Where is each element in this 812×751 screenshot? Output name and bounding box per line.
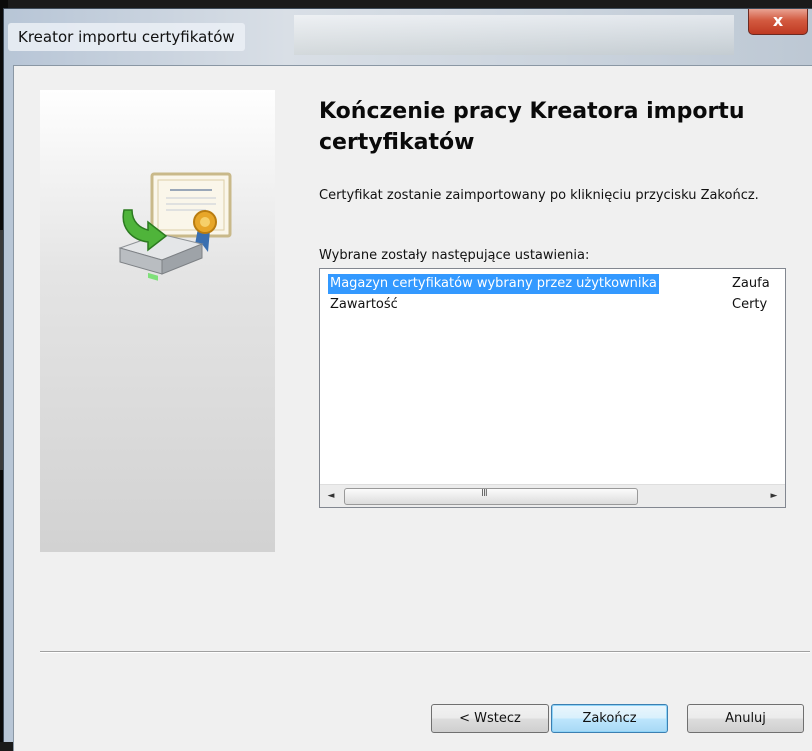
page-title: Kończenie pracy Kreatora importu certyfi… — [319, 99, 745, 155]
title-bar-glass — [294, 15, 734, 55]
scrollbar-thumb[interactable]: III — [344, 488, 638, 505]
wizard-side-panel — [40, 90, 275, 552]
cancel-button[interactable]: Anuluj — [687, 704, 804, 733]
setting-name: Zawartość — [330, 297, 398, 312]
footer-divider — [40, 651, 810, 653]
window-title: Kreator importu certyfikatów — [8, 23, 245, 51]
page-description: Certyfikat zostanie zaimportowany po kli… — [319, 188, 759, 203]
wizard-window: Kreator importu certyfikatów x Kończenie… — [3, 8, 812, 751]
list-item[interactable]: Zawartość Certy — [320, 295, 785, 315]
list-item[interactable]: Magazyn certyfikatów wybrany przez użytk… — [320, 274, 785, 294]
close-icon: x — [772, 11, 784, 30]
scrollbar-grip-icon: III — [481, 488, 488, 499]
setting-name: Magazyn certyfikatów wybrany przez użytk… — [328, 274, 659, 294]
wizard-client-area: Kończenie pracy Kreatora importu certyfi… — [13, 65, 812, 751]
scroll-right-arrow-icon[interactable]: ► — [765, 485, 783, 507]
horizontal-scrollbar[interactable]: ◄ III ► — [320, 484, 785, 507]
finish-button[interactable]: Zakończ — [551, 704, 668, 733]
setting-value: Zaufa — [732, 276, 770, 291]
close-button[interactable]: x — [748, 9, 808, 35]
setting-value: Certy — [732, 297, 768, 312]
back-button[interactable]: < Wstecz — [431, 704, 549, 733]
settings-list-label: Wybrane zostały następujące ustawienia: — [319, 248, 590, 263]
scroll-left-arrow-icon[interactable]: ◄ — [322, 485, 340, 507]
title-bar[interactable]: Kreator importu certyfikatów x — [4, 9, 812, 65]
settings-list[interactable]: Magazyn certyfikatów wybrany przez użytk… — [319, 268, 786, 508]
certificate-import-icon — [118, 172, 232, 281]
